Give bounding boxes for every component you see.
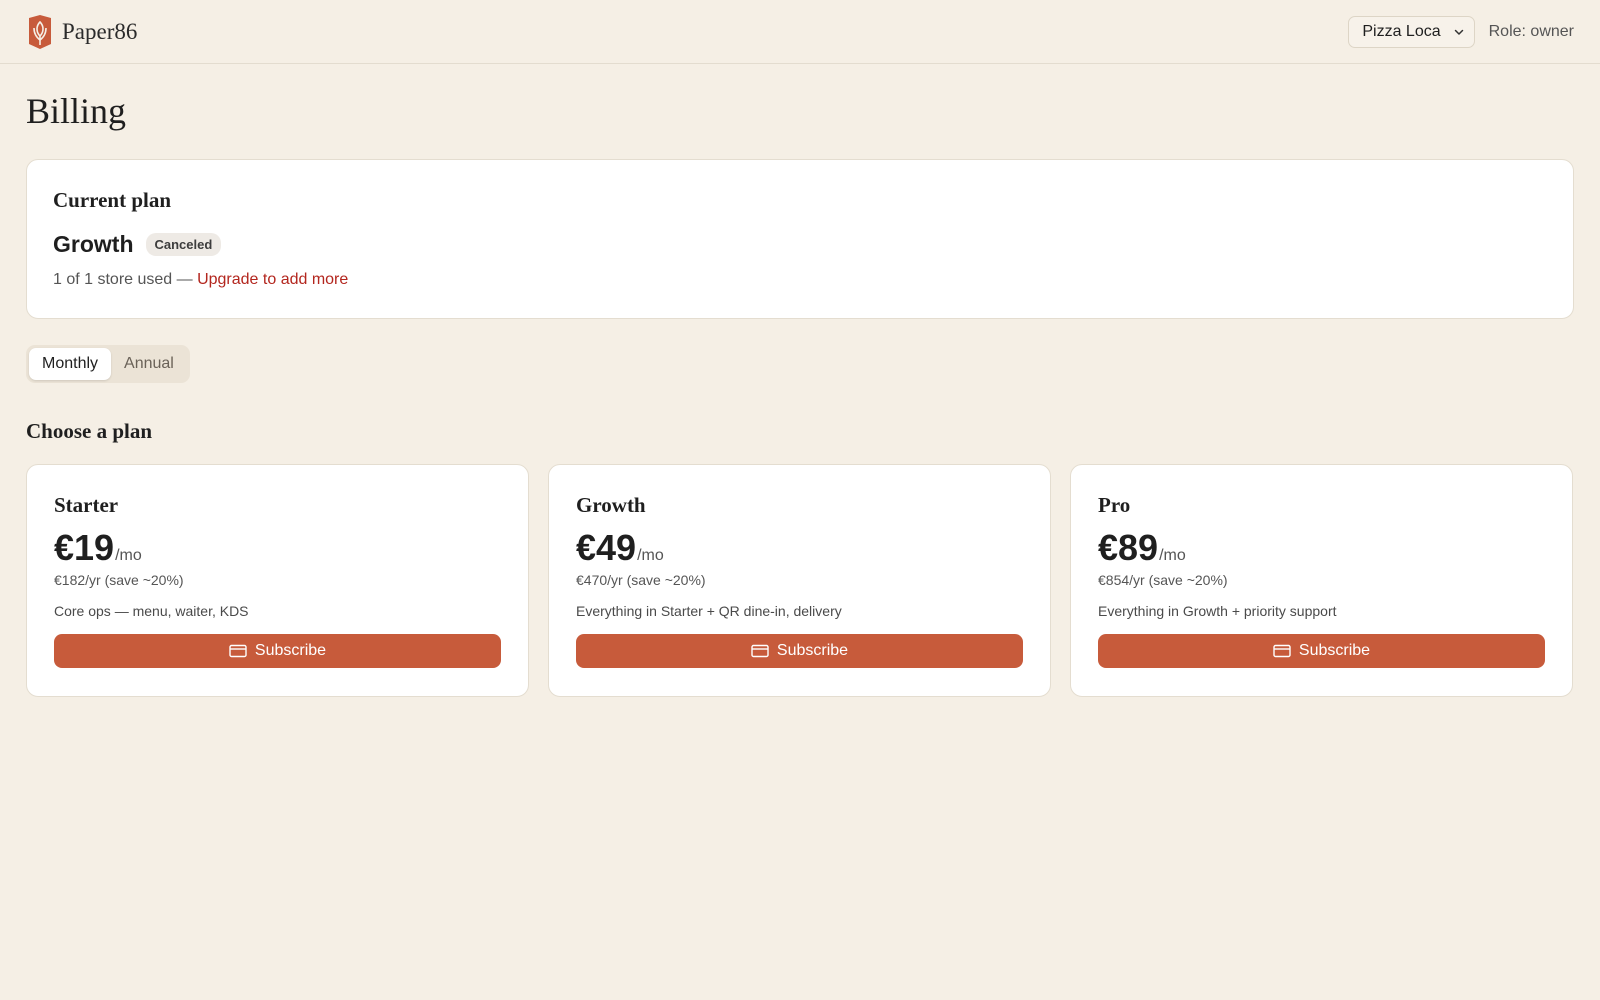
plan-price: €49 [576, 527, 637, 569]
plan-period: /mo [1159, 547, 1186, 565]
subscribe-button-pro[interactable]: Subscribe [1098, 634, 1545, 669]
plan-annual-price: €470/yr (save ~20%) [576, 572, 706, 589]
brand-name: Paper86 [62, 18, 138, 44]
plan-description: Core ops — menu, waiter, KDS [54, 603, 249, 620]
subscribe-label: Subscribe [776, 642, 849, 660]
toggle-monthly[interactable]: Monthly [29, 348, 112, 381]
plan-annual-price: €182/yr (save ~20%) [54, 572, 184, 589]
credit-card-icon [1273, 644, 1291, 658]
page-title: Billing [26, 91, 127, 131]
top-bar: Paper86 Pizza Loca Role: owner [0, 0, 1600, 64]
toggle-annual[interactable]: Annual [111, 348, 187, 380]
plan-annual-price: €854/yr (save ~20%) [1098, 572, 1228, 589]
status-badge: Canceled [145, 233, 222, 257]
main-content: Billing Current plan Growth Canceled 1 o… [0, 64, 1600, 698]
credit-card-icon [229, 644, 247, 658]
subscribe-label: Subscribe [1298, 642, 1371, 660]
credit-card-icon [751, 644, 769, 658]
current-plan-card: Current plan Growth Canceled 1 of 1 stor… [26, 159, 1574, 320]
plan-name: Growth [576, 493, 646, 518]
plan-price: €19 [54, 527, 115, 569]
current-plan-heading: Current plan [53, 188, 172, 213]
plan-card-starter: Starter €19 /mo €182/yr (save ~20%) Core… [26, 464, 529, 698]
plan-list: Starter €19 /mo €182/yr (save ~20%) Core… [26, 464, 1574, 698]
brand[interactable]: Paper86 [26, 14, 137, 50]
choose-plan-heading: Choose a plan [26, 419, 153, 444]
store-select-value: Pizza Loca [1362, 22, 1441, 40]
plan-name: Starter [54, 493, 119, 518]
plan-period: /mo [115, 547, 142, 565]
role-label: Role: owner [1488, 22, 1574, 40]
store-select[interactable]: Pizza Loca [1348, 15, 1475, 48]
wheat-shield-logo-icon [29, 14, 51, 49]
plan-card-pro: Pro €89 /mo €854/yr (save ~20%) Everythi… [1070, 464, 1573, 698]
plan-name: Pro [1098, 493, 1131, 518]
subscribe-label: Subscribe [254, 642, 327, 660]
subscribe-button-growth[interactable]: Subscribe [576, 634, 1023, 669]
chevron-down-icon [1454, 29, 1463, 35]
plan-price: €89 [1098, 527, 1159, 569]
plan-card-growth: Growth €49 /mo €470/yr (save ~20%) Every… [548, 464, 1051, 698]
upgrade-link[interactable]: Upgrade to add more [197, 271, 348, 288]
current-plan-name: Growth [53, 231, 134, 258]
plan-description: Everything in Starter + QR dine-in, deli… [576, 603, 842, 620]
usage-text: 1 of 1 store used — [53, 271, 198, 289]
plan-description: Everything in Growth + priority support [1098, 603, 1337, 620]
plan-period: /mo [637, 547, 664, 565]
subscribe-button-starter[interactable]: Subscribe [54, 634, 501, 669]
store-usage: 1 of 1 store used — Upgrade to add more [53, 271, 1547, 289]
billing-period-toggle: Monthly Annual [26, 345, 190, 384]
